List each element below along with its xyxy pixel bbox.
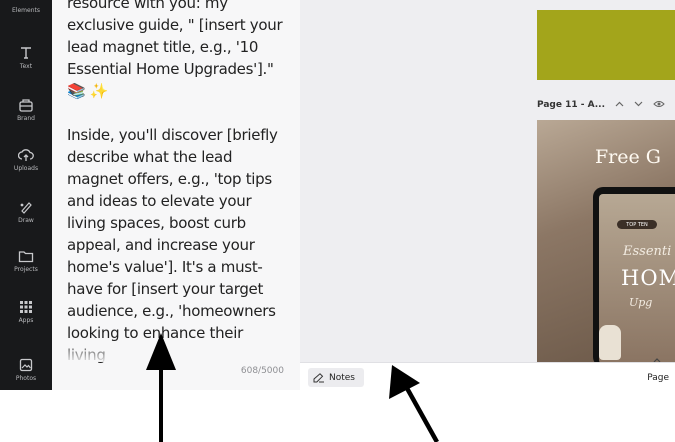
- sidebar-item-label: Brand: [17, 115, 35, 122]
- page-preview-previous[interactable]: [537, 10, 675, 80]
- page-indicator[interactable]: Page: [647, 373, 669, 383]
- sidebar-item-apps[interactable]: Apps: [0, 300, 52, 324]
- sidebar-item-uploads[interactable]: Uploads: [0, 148, 52, 172]
- sidebar-item-label: Apps: [18, 317, 34, 324]
- sidebar-item-draw[interactable]: Draw: [0, 200, 52, 224]
- sidebar-item-label: Photos: [15, 375, 37, 382]
- sidebar-item-brand[interactable]: Brand: [0, 98, 52, 122]
- thumb-home-text: HOM: [621, 266, 675, 290]
- apps-icon: [20, 301, 32, 313]
- thumb-title: Free G: [595, 146, 661, 168]
- thumb-upgrades-text: Upg: [629, 296, 653, 309]
- design-canvas[interactable]: Page 11 - A... TOP TEN Essenti HOM Upg F…: [300, 0, 675, 390]
- sidebar-item-text[interactable]: Text: [0, 46, 52, 70]
- notes-icon: [313, 372, 324, 382]
- photos-icon: [19, 358, 33, 372]
- notes-paragraph: Inside, you'll discover [briefly describ…: [67, 126, 278, 364]
- page-title[interactable]: Page 11 - A...: [537, 100, 605, 110]
- uploads-icon: [18, 149, 34, 161]
- expand-pages-icon[interactable]: [650, 352, 664, 363]
- sidebar-item-label: Draw: [18, 217, 34, 224]
- sidebar-item-label: Text: [19, 63, 33, 70]
- page-preview-current[interactable]: TOP TEN Essenti HOM Upg Free G: [537, 120, 675, 365]
- vase-image: [599, 325, 621, 360]
- chevron-down-icon[interactable]: [634, 100, 643, 110]
- sidebar-item-label: Projects: [14, 266, 38, 273]
- notes-fade: [52, 340, 300, 362]
- notes-panel[interactable]: resource with you: my exclusive guide, "…: [52, 0, 300, 390]
- page-header: Page 11 - A...: [537, 96, 675, 114]
- left-sidebar: Elements Text Brand Uploads Draw Project…: [0, 0, 52, 390]
- sidebar-item-photos[interactable]: Photos: [0, 358, 52, 382]
- character-count: 608/5000: [240, 366, 284, 376]
- thumb-script-text: Essenti: [623, 244, 672, 259]
- notes-button-label: Notes: [329, 372, 355, 383]
- notes-paragraph: resource with you: my exclusive guide, "…: [67, 0, 283, 100]
- notes-button[interactable]: Notes: [308, 368, 364, 387]
- bottom-toolbar: Notes Page: [300, 362, 675, 390]
- draw-icon: [20, 202, 32, 214]
- chevron-up-icon[interactable]: [615, 100, 624, 110]
- text-icon: [21, 47, 31, 59]
- thumb-tag: TOP TEN: [617, 220, 657, 229]
- sidebar-item-label: Uploads: [13, 165, 39, 172]
- eye-icon[interactable]: [653, 100, 665, 111]
- brand-icon: [19, 99, 33, 112]
- folder-icon: [18, 251, 34, 263]
- sidebar-item-label: Elements: [12, 7, 40, 14]
- sidebar-item-projects[interactable]: Projects: [0, 250, 52, 273]
- notes-textarea[interactable]: resource with you: my exclusive guide, "…: [67, 0, 285, 388]
- annotation-area: [0, 390, 675, 442]
- sidebar-item-elements[interactable]: Elements: [0, 0, 52, 14]
- editor-screen: Elements Text Brand Uploads Draw Project…: [0, 0, 675, 442]
- elements-icon: [18, 0, 34, 4]
